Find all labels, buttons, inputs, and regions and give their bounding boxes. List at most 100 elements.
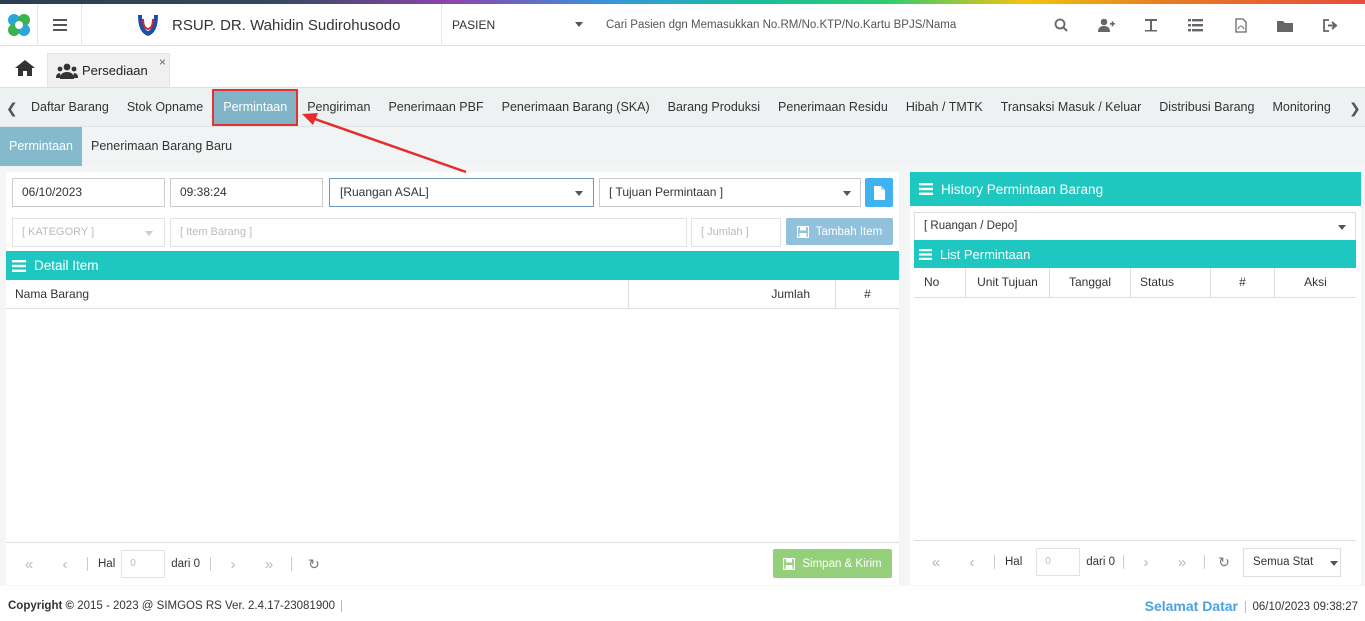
- col-tanggal[interactable]: Tanggal: [1050, 268, 1131, 297]
- first-page-icon[interactable]: «: [918, 554, 954, 571]
- detail-pager: « ‹ Hal 0 dari 0 › » ↻: [6, 542, 899, 585]
- next-page-icon[interactable]: ›: [1128, 554, 1164, 571]
- tambah-item-button[interactable]: Tambah Item: [786, 218, 893, 245]
- col-nama-barang[interactable]: Nama Barang: [6, 280, 629, 308]
- time-field[interactable]: 09:38:24: [170, 178, 323, 207]
- col-aksi[interactable]: Aksi: [1275, 268, 1356, 297]
- menu-item-penerimaan-residu[interactable]: Penerimaan Residu: [769, 88, 897, 127]
- save-icon: [783, 557, 796, 570]
- pager-separator: [1204, 555, 1206, 569]
- pager-separator: [291, 557, 293, 571]
- pdf-button[interactable]: [1218, 4, 1263, 46]
- col-jumlah[interactable]: Jumlah: [629, 280, 836, 308]
- menu-item-barang-produksi[interactable]: Barang Produksi: [659, 88, 769, 127]
- subtab-penerimaan-barang-baru[interactable]: Penerimaan Barang Baru: [82, 127, 241, 166]
- ruangan-asal-select[interactable]: [Ruangan ASAL]: [329, 178, 594, 207]
- patient-search-input[interactable]: Cari Pasien dgn Memasukkan No.RM/No.KTP/…: [606, 4, 956, 46]
- add-user-icon: [1097, 18, 1115, 32]
- col-unit-tujuan[interactable]: Unit Tujuan: [966, 268, 1050, 297]
- menu-item-permintaan[interactable]: Permintaan: [212, 89, 299, 126]
- module-menu-bar: ❮ Daftar Barang Stok Opname Permintaan Peng…: [0, 88, 1365, 127]
- first-page-icon[interactable]: «: [11, 556, 47, 573]
- ruangan-depo-select[interactable]: [ Ruangan / Depo]: [914, 212, 1356, 241]
- list-icon: [12, 259, 26, 272]
- prev-page-icon[interactable]: ‹: [47, 556, 83, 573]
- pager-total-label: dari 0: [1086, 556, 1116, 568]
- menu-item-daftar-barang[interactable]: Daftar Barang: [22, 88, 118, 127]
- tujuan-permintaan-select[interactable]: [ Tujuan Permintaan ]: [599, 178, 861, 207]
- copyright-label: Copyright: [8, 600, 63, 613]
- add-user-button[interactable]: [1083, 4, 1128, 46]
- detail-item-grid-header: Nama Barang Jumlah #: [6, 280, 899, 309]
- scroll-left-icon[interactable]: ❮: [6, 100, 18, 117]
- menu-item-transaksi-masuk-keluar[interactable]: Transaksi Masuk / Keluar: [992, 88, 1151, 127]
- col-no[interactable]: No: [914, 268, 966, 297]
- col-hash[interactable]: #: [836, 280, 899, 308]
- copyright: Copyright © 2015 - 2023 @ SIMGOS RS Ver.…: [8, 600, 348, 612]
- logout-button[interactable]: [1308, 4, 1353, 46]
- folder-button[interactable]: [1263, 4, 1308, 46]
- tab-persediaan[interactable]: Persediaan ×: [47, 53, 170, 87]
- tujuan-permintaan-value: [ Tujuan Permintaan ]: [609, 185, 724, 199]
- menu-item-penerimaan-barang-ska[interactable]: Penerimaan Barang (SKA): [493, 88, 659, 127]
- refresh-icon[interactable]: ↻: [1209, 554, 1239, 571]
- menu-item-hibah-tmtk[interactable]: Hibah / TMTK: [897, 88, 992, 127]
- search-button[interactable]: [1038, 4, 1083, 46]
- status-filter-select[interactable]: Semua Stat: [1243, 547, 1342, 577]
- copyright-icon: ©: [65, 600, 74, 613]
- status-filter-value: Semua Stat: [1253, 555, 1314, 568]
- last-page-icon[interactable]: »: [1164, 554, 1200, 571]
- page-number-input[interactable]: 0: [1036, 548, 1081, 576]
- simpan-kirim-label: Simpan & Kirim: [802, 557, 882, 570]
- menu-item-monitoring[interactable]: Monitoring: [1263, 88, 1339, 127]
- open-tabs-bar: Persediaan ×: [0, 47, 1365, 88]
- jumlah-input[interactable]: [ Jumlah ]: [691, 218, 781, 247]
- page-number-input[interactable]: 0: [121, 550, 166, 578]
- simpan-kirim-button[interactable]: Simpan & Kirim: [773, 549, 892, 578]
- menu-item-pengiriman[interactable]: Pengiriman: [298, 88, 379, 127]
- sub-tabs: Permintaan Penerimaan Barang Baru: [0, 127, 1365, 166]
- menu-item-stok-opname[interactable]: Stok Opname: [118, 88, 212, 127]
- close-icon[interactable]: ×: [159, 55, 166, 69]
- pager-separator: [994, 555, 995, 569]
- tab-persediaan-label: Persediaan: [82, 63, 148, 78]
- pager-hal-label: Hal: [1005, 556, 1023, 568]
- prev-page-icon[interactable]: ‹: [954, 554, 990, 571]
- scroll-right-icon[interactable]: ❯: [1349, 100, 1361, 117]
- ruangan-depo-value: [ Ruangan / Depo]: [924, 220, 1018, 232]
- refresh-icon[interactable]: ↻: [296, 556, 332, 573]
- new-document-button[interactable]: [865, 178, 893, 207]
- menu-item-moni[interactable]: Moni: [1340, 88, 1342, 127]
- chevron-down-icon: [145, 231, 153, 236]
- last-page-icon[interactable]: »: [251, 556, 287, 573]
- chevron-down-icon: [575, 22, 583, 27]
- menu-item-penerimaan-pbf[interactable]: Penerimaan PBF: [379, 88, 492, 127]
- list-icon: [919, 183, 933, 195]
- pager-total-label: dari 0: [171, 558, 201, 570]
- file-icon: [873, 185, 885, 200]
- hamburger-button[interactable]: [38, 4, 82, 46]
- patient-type-select[interactable]: PASIEN: [442, 4, 592, 46]
- footer-datetime-value: 06/10/2023 09:38:27: [1252, 601, 1358, 614]
- list-icon: [1188, 18, 1203, 31]
- col-hash[interactable]: #: [1211, 268, 1275, 297]
- search-icon: [1054, 18, 1068, 32]
- history-title: History Permintaan Barang: [941, 181, 1104, 197]
- chevron-down-icon: [843, 191, 851, 196]
- menu-item-distribusi-barang[interactable]: Distribusi Barang: [1150, 88, 1263, 127]
- text-button[interactable]: [1128, 4, 1173, 46]
- chevron-down-icon: [1330, 560, 1339, 566]
- category-select[interactable]: [ KATEGORY ]: [12, 218, 165, 247]
- app-logo[interactable]: [0, 4, 38, 46]
- subtab-permintaan[interactable]: Permintaan: [0, 127, 82, 166]
- detail-item-header: Detail Item: [6, 251, 899, 280]
- footer-datetime: 06/10/2023 09:38:27: [1239, 601, 1358, 613]
- col-status[interactable]: Status: [1131, 268, 1211, 297]
- date-field[interactable]: 06/10/2023: [12, 178, 165, 207]
- item-barang-input[interactable]: [ Item Barang ]: [170, 218, 687, 247]
- users-icon: [56, 63, 78, 79]
- history-pager: « ‹ Hal 0 dari 0 › » ↻ Semua Stat: [914, 540, 1356, 583]
- list-button[interactable]: [1173, 4, 1218, 46]
- next-page-icon[interactable]: ›: [215, 556, 251, 573]
- home-icon[interactable]: [14, 59, 36, 77]
